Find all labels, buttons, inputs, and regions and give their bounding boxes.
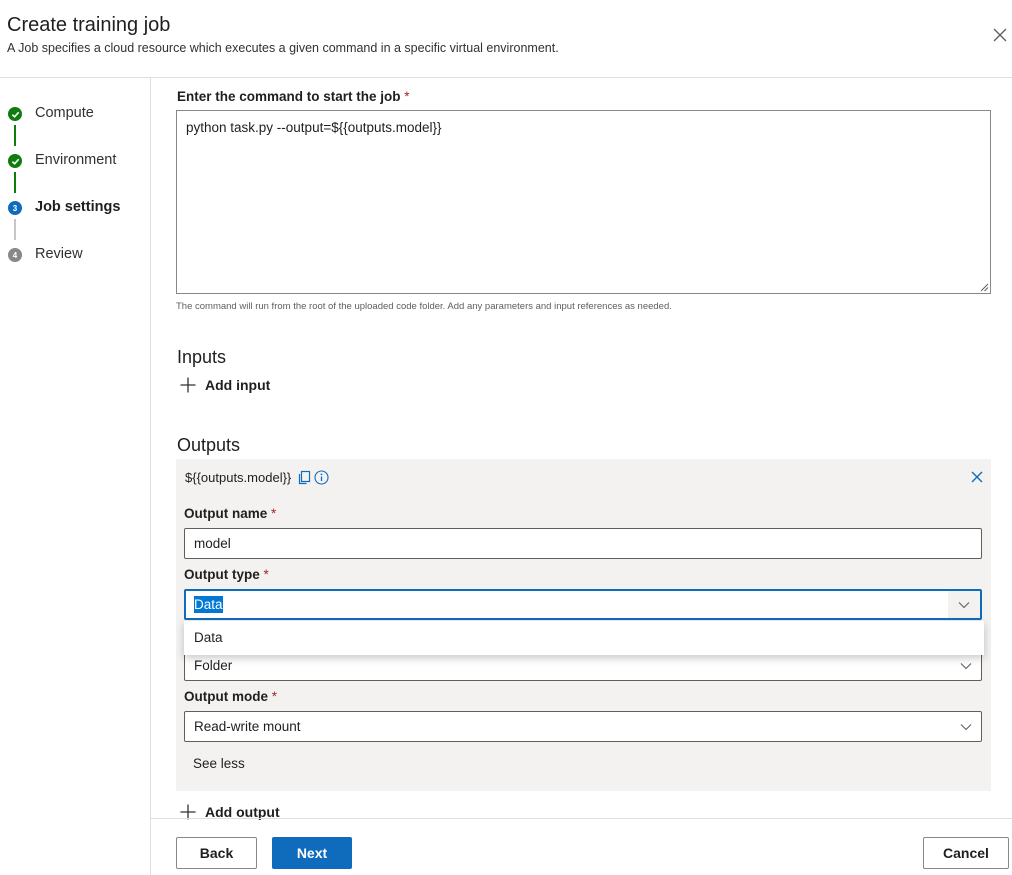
resize-handle-icon[interactable] <box>980 283 989 292</box>
step-review[interactable]: 4 Review <box>0 243 150 267</box>
command-label: Enter the command to start the job * <box>177 89 410 104</box>
plus-icon <box>180 377 196 393</box>
step-label: Job settings <box>35 199 121 215</box>
panel-header: Create training job A Job specifies a cl… <box>0 0 1012 78</box>
output-name-label: Output name * <box>184 506 277 521</box>
command-textarea[interactable]: python task.py --output=${{outputs.model… <box>176 110 991 294</box>
output-type-option-data[interactable]: Data <box>184 621 984 655</box>
step-job-settings[interactable]: 3 Job settings <box>0 196 150 220</box>
required-mark: * <box>404 89 410 104</box>
info-icon[interactable] <box>314 470 329 485</box>
inputs-title: Inputs <box>177 347 227 367</box>
step-label: Environment <box>35 152 117 168</box>
remove-output-icon[interactable] <box>970 470 984 484</box>
output-type-combobox[interactable]: Data <box>184 589 982 620</box>
chevron-down-icon <box>960 663 972 670</box>
page-subtitle: A Job specifies a cloud resource which e… <box>7 41 559 55</box>
step-label: Compute <box>35 105 94 121</box>
add-input-button[interactable]: Add input <box>180 375 270 395</box>
dropdown-toggle[interactable] <box>948 591 980 618</box>
command-text: python task.py --output=${{outputs.model… <box>186 120 442 135</box>
output-mode-select[interactable]: Read-write mount <box>184 711 982 742</box>
output-type-label: Output type * <box>184 567 269 582</box>
outputs-title: Outputs <box>177 435 241 455</box>
wizard-footer: Back Next Cancel <box>151 818 1012 875</box>
check-icon <box>8 107 22 121</box>
output-reference: ${{outputs.model}} <box>185 470 329 485</box>
next-button[interactable]: Next <box>272 837 352 869</box>
job-settings-form: Enter the command to start the job * pyt… <box>151 78 1012 820</box>
check-icon <box>8 154 22 168</box>
step-label: Review <box>35 246 83 262</box>
required-mark: * <box>271 689 278 704</box>
step-number-badge: 4 <box>8 248 22 262</box>
command-hint: The command will run from the root of th… <box>176 301 672 312</box>
step-connector <box>14 172 16 193</box>
output-type-value: Data <box>194 596 223 613</box>
required-mark: * <box>271 506 277 521</box>
see-less-link[interactable]: See less <box>193 756 245 771</box>
chevron-down-icon <box>960 724 972 731</box>
output-mode-label: Output mode * <box>184 689 278 704</box>
page-title: Create training job <box>7 14 171 36</box>
wizard-steps: Compute Environment 3 Job settings 4 Rev… <box>0 78 151 875</box>
cancel-button[interactable]: Cancel <box>923 837 1009 869</box>
step-compute[interactable]: Compute <box>0 102 150 126</box>
close-icon[interactable] <box>992 27 1008 43</box>
step-environment[interactable]: Environment <box>0 149 150 173</box>
back-button[interactable]: Back <box>176 837 257 869</box>
step-connector <box>14 219 16 240</box>
required-mark: * <box>263 567 269 582</box>
step-number-badge: 3 <box>8 201 22 215</box>
output-name-input[interactable]: model <box>184 528 982 559</box>
step-connector <box>14 125 16 146</box>
copy-icon[interactable] <box>297 470 312 485</box>
chevron-down-icon <box>958 602 970 609</box>
